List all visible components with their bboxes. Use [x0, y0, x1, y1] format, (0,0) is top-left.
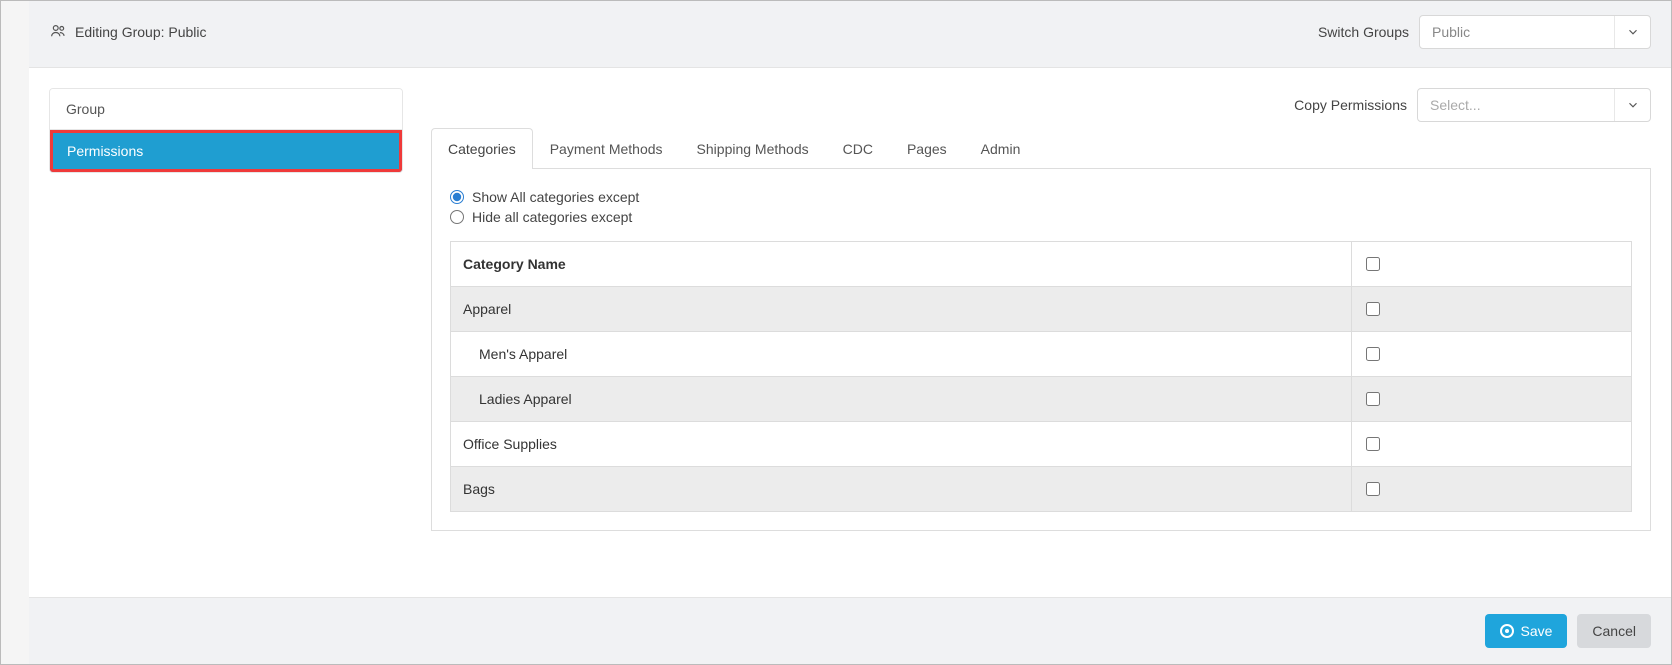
tab-label: CDC: [843, 141, 873, 157]
radio-hide-label: Hide all categories except: [472, 209, 632, 225]
tabs: Categories Payment Methods Shipping Meth…: [431, 128, 1651, 169]
table-row: Bags: [451, 467, 1631, 511]
category-check-cell: [1351, 467, 1631, 511]
visibility-radios: Show All categories except Hide all cate…: [450, 187, 1632, 227]
cancel-button-label: Cancel: [1592, 623, 1636, 639]
category-name: Ladies Apparel: [451, 377, 1351, 421]
sidebar-item-group[interactable]: Group: [50, 89, 402, 130]
page-title: Editing Group: Public: [75, 24, 207, 40]
table-row: Men's Apparel: [451, 332, 1631, 377]
page-footer: Save Cancel: [29, 597, 1671, 664]
chevron-down-icon: [1614, 16, 1650, 48]
copy-permissions-select[interactable]: Select...: [1417, 88, 1651, 122]
cancel-button[interactable]: Cancel: [1577, 614, 1651, 648]
tab-panel-categories: Show All categories except Hide all cate…: [431, 169, 1651, 531]
tab-label: Payment Methods: [550, 141, 663, 157]
radio-show-input[interactable]: [450, 190, 464, 204]
switch-groups-value: Public: [1420, 24, 1614, 40]
category-name: Office Supplies: [451, 422, 1351, 466]
sidebar-list: Group Permissions: [49, 88, 403, 173]
tab-shipping-methods[interactable]: Shipping Methods: [680, 128, 826, 169]
select-all-checkbox[interactable]: [1366, 257, 1380, 271]
tab-pages[interactable]: Pages: [890, 128, 964, 169]
category-name: Men's Apparel: [451, 332, 1351, 376]
copy-permissions-placeholder: Select...: [1418, 97, 1614, 113]
table-header-check: [1351, 242, 1631, 286]
content-toolbar: Copy Permissions Select...: [431, 88, 1651, 122]
page-body: Group Permissions Copy Permissions Selec…: [29, 68, 1671, 597]
tab-cdc[interactable]: CDC: [826, 128, 890, 169]
copy-permissions-label: Copy Permissions: [1294, 97, 1407, 113]
sidebar-item-permissions[interactable]: Permissions: [50, 130, 402, 172]
category-name: Bags: [451, 467, 1351, 511]
radio-show-label: Show All categories except: [472, 189, 639, 205]
header-right: Switch Groups Public: [1318, 15, 1651, 49]
chevron-down-icon: [1614, 89, 1650, 121]
category-check-cell: [1351, 332, 1631, 376]
radio-hide-input[interactable]: [450, 210, 464, 224]
categories-table: Category Name Apparel Men's Apparel: [450, 241, 1632, 512]
switch-groups-select[interactable]: Public: [1419, 15, 1651, 49]
sidebar-item-label: Permissions: [67, 143, 143, 159]
radio-show-all[interactable]: Show All categories except: [450, 187, 1632, 207]
category-checkbox[interactable]: [1366, 437, 1380, 451]
tab-label: Shipping Methods: [697, 141, 809, 157]
app-frame: Editing Group: Public Switch Groups Publ…: [0, 0, 1672, 665]
table-header-name: Category Name: [451, 242, 1351, 286]
tab-admin[interactable]: Admin: [964, 128, 1038, 169]
left-gutter: [1, 1, 29, 664]
group-icon: [49, 22, 67, 43]
main-area: Editing Group: Public Switch Groups Publ…: [29, 1, 1671, 664]
sidebar-item-label: Group: [66, 101, 105, 117]
table-row: Ladies Apparel: [451, 377, 1631, 422]
header-left: Editing Group: Public: [49, 22, 207, 43]
category-checkbox[interactable]: [1366, 347, 1380, 361]
category-checkbox[interactable]: [1366, 302, 1380, 316]
table-row: Apparel: [451, 287, 1631, 332]
table-header-row: Category Name: [451, 242, 1631, 287]
tab-label: Admin: [981, 141, 1021, 157]
category-checkbox[interactable]: [1366, 482, 1380, 496]
save-icon: [1500, 624, 1514, 638]
category-check-cell: [1351, 422, 1631, 466]
tab-categories[interactable]: Categories: [431, 128, 533, 169]
category-checkbox[interactable]: [1366, 392, 1380, 406]
table-row: Office Supplies: [451, 422, 1631, 467]
sidebar: Group Permissions: [49, 88, 403, 577]
save-button[interactable]: Save: [1485, 614, 1567, 648]
category-check-cell: [1351, 287, 1631, 331]
switch-groups-label: Switch Groups: [1318, 24, 1409, 40]
tab-label: Pages: [907, 141, 947, 157]
tab-payment-methods[interactable]: Payment Methods: [533, 128, 680, 169]
radio-hide-all[interactable]: Hide all categories except: [450, 207, 1632, 227]
page-header: Editing Group: Public Switch Groups Publ…: [29, 1, 1671, 68]
category-check-cell: [1351, 377, 1631, 421]
tab-label: Categories: [448, 141, 516, 157]
content-area: Copy Permissions Select... Categories Pa…: [431, 88, 1651, 577]
category-name: Apparel: [451, 287, 1351, 331]
save-button-label: Save: [1520, 623, 1552, 639]
